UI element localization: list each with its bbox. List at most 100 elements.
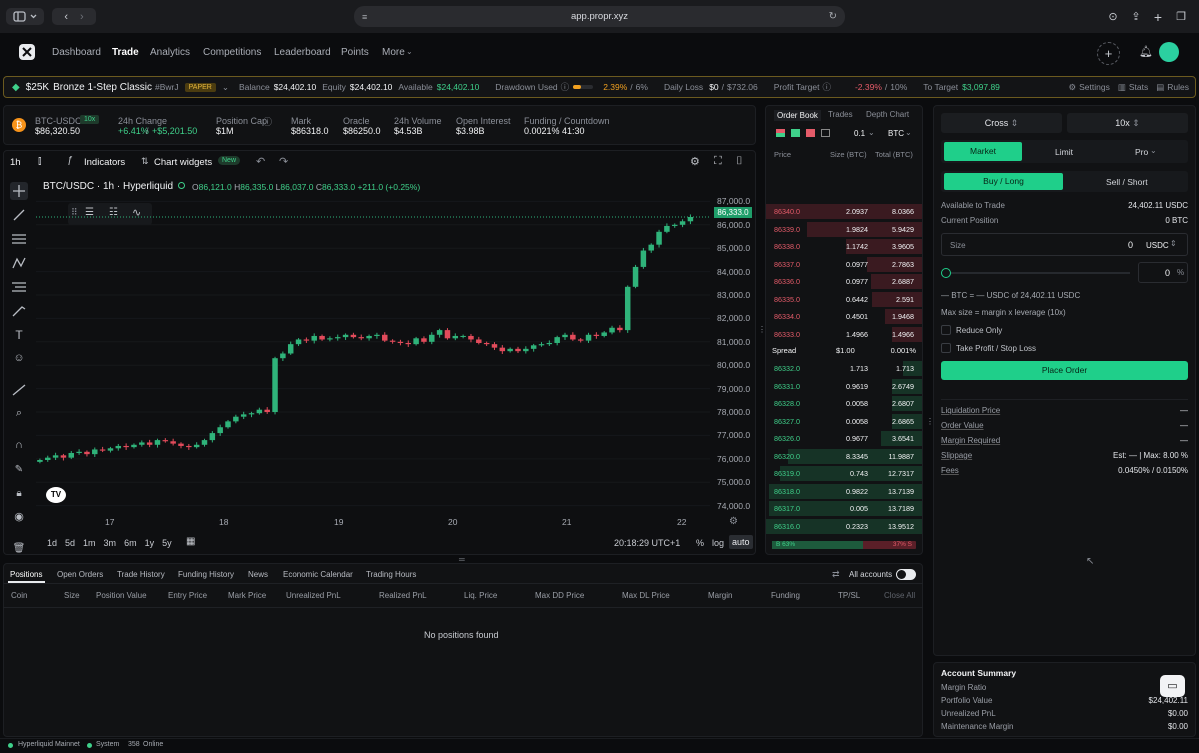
sell-short-button[interactable]: Sell / Short <box>1106 177 1148 187</box>
size-slider-track[interactable] <box>945 272 1130 274</box>
fib-icon[interactable] <box>10 278 28 296</box>
range-1m[interactable]: 1m <box>83 538 96 548</box>
percent-input[interactable]: 0 % <box>1138 262 1188 283</box>
size-input[interactable]: Size 0 USDC ⇕ <box>941 233 1188 256</box>
price-chart[interactable] <box>36 185 710 515</box>
ask-row[interactable]: 86340.0 2.0937 8.0366 <box>766 203 922 220</box>
nav-more[interactable]: More <box>382 47 405 58</box>
positions-tab[interactable]: Economic Calendar <box>283 570 353 579</box>
range-6m[interactable]: 6m <box>124 538 137 548</box>
range-1d[interactable]: 1d <box>47 538 57 548</box>
size-slider-thumb[interactable] <box>941 268 951 278</box>
text-icon[interactable]: T <box>10 326 28 344</box>
chevron-down-icon[interactable]: ⌄ <box>222 82 229 93</box>
gear-icon[interactable]: ⚙ <box>1068 82 1076 93</box>
positions-tab[interactable]: Trade History <box>117 570 165 579</box>
tab-depth-chart[interactable]: Depth Chart <box>866 110 909 119</box>
book-both-icon[interactable] <box>776 129 785 137</box>
reload-icon[interactable]: ↻ <box>829 11 837 22</box>
eye-icon[interactable]: ◉ <box>10 507 28 525</box>
range-5d[interactable]: 5d <box>65 538 75 548</box>
indicators-button[interactable]: Indicators <box>84 157 125 168</box>
tick-size-select[interactable]: 0.1 <box>854 129 865 138</box>
resize-handle-icon[interactable]: ⋮ <box>758 325 766 334</box>
indicators-icon[interactable]: ƒ <box>67 155 73 166</box>
crosshair-icon[interactable] <box>10 182 28 200</box>
updown-icon[interactable]: ⇕ <box>1170 239 1177 248</box>
positions-tab[interactable]: Positions <box>10 570 42 579</box>
download-icon[interactable]: ⊙ <box>1106 8 1120 25</box>
ruler-icon[interactable] <box>10 381 28 399</box>
reduce-only-label[interactable]: Reduce Only <box>956 326 1002 335</box>
resize-handle-icon[interactable]: ═ <box>459 555 465 564</box>
settings-button[interactable]: Settings <box>1079 82 1110 92</box>
widgets-icon[interactable]: ⇅ <box>141 156 149 167</box>
tradingview-logo[interactable]: TV <box>46 487 66 503</box>
positions-tab[interactable]: Funding History <box>178 570 234 579</box>
chart-widgets-button[interactable]: Chart widgets <box>154 157 212 168</box>
bid-row[interactable]: 86326.0 0.9677 3.6541 <box>766 430 922 447</box>
bid-row[interactable]: 86332.0 1.713 1.713 <box>766 360 922 377</box>
system-label[interactable]: System <box>96 741 119 748</box>
tpsl-checkbox[interactable] <box>941 343 951 353</box>
axis-settings-icon[interactable]: ⚙ <box>729 516 738 527</box>
forward-icon[interactable]: › <box>80 11 84 23</box>
nav-competitions[interactable]: Competitions <box>203 47 261 58</box>
positions-tab[interactable]: Trading Hours <box>366 570 416 579</box>
tab-order-book[interactable]: Order Book <box>774 110 821 121</box>
rules-button[interactable]: Rules <box>1167 82 1189 92</box>
bid-row[interactable]: 86317.0 0.005 13.7189 <box>766 500 922 517</box>
ask-row[interactable]: 86336.0 0.0977 2.6887 <box>766 273 922 290</box>
bid-row[interactable]: 86331.0 0.9619 2.6749 <box>766 378 922 395</box>
draw-lock-icon[interactable]: ✎ <box>10 460 28 478</box>
reader-icon[interactable]: ≡ <box>362 12 367 22</box>
info-icon[interactable]: ⓘ <box>263 115 272 128</box>
log-toggle[interactable]: log <box>712 538 724 548</box>
chevron-down-icon[interactable]: ⌄ <box>868 128 875 137</box>
size-value[interactable]: 0 <box>1128 240 1133 250</box>
calendar-icon[interactable]: ▦ <box>186 536 195 547</box>
network-label[interactable]: Hyperliquid Mainnet <box>18 741 80 748</box>
trendline-icon[interactable] <box>10 206 28 224</box>
book-bids-icon[interactable] <box>791 129 800 137</box>
share-icon[interactable]: ⇪ <box>1129 8 1143 25</box>
stats-button[interactable]: Stats <box>1129 82 1148 92</box>
brush-icon[interactable] <box>10 302 28 320</box>
nav-analytics[interactable]: Analytics <box>150 47 190 58</box>
fullscreen-icon[interactable]: ⛶ <box>714 155 722 168</box>
bid-row[interactable]: 86327.0 0.0058 2.6865 <box>766 413 922 430</box>
emoji-icon[interactable]: ☺ <box>10 349 28 367</box>
nav-trade[interactable]: Trade <box>112 47 139 58</box>
range-5y[interactable]: 5y <box>162 538 172 548</box>
size-unit-select[interactable]: USDC <box>1146 241 1169 250</box>
tpsl-label[interactable]: Take Profit / Stop Loss <box>956 344 1036 353</box>
add-widget-button[interactable]: + <box>1097 42 1120 65</box>
horizontal-lines-icon[interactable] <box>10 230 28 248</box>
leverage-select[interactable]: 10x ⇕ <box>1067 113 1188 133</box>
chat-icon[interactable]: ▭ <box>1160 675 1185 697</box>
detail-label[interactable]: Liquidation Price <box>941 406 1000 415</box>
range-1y[interactable]: 1y <box>145 538 155 548</box>
filter-icon[interactable]: ⇄ <box>832 569 840 580</box>
bid-row[interactable]: 86320.0 8.3345 11.9887 <box>766 448 922 465</box>
detail-label[interactable]: Order Value <box>941 421 984 430</box>
book-grid-icon[interactable] <box>821 129 830 137</box>
info-icon[interactable]: ⓘ <box>561 81 570 93</box>
buy-long-button[interactable]: Buy / Long <box>944 173 1063 190</box>
ask-row[interactable]: 86338.0 1.1742 3.9605 <box>766 238 922 255</box>
trash-icon[interactable]: 🗑︎ <box>10 539 28 557</box>
address-bar[interactable]: ≡ app.propr.xyz ↻ <box>354 6 845 27</box>
auto-toggle[interactable]: auto <box>729 535 753 549</box>
ask-row[interactable]: 86335.0 0.6442 2.591 <box>766 291 922 308</box>
tab-market[interactable]: Market <box>944 142 1022 161</box>
zoom-icon[interactable]: ⌕ <box>10 404 28 422</box>
propr-logo[interactable] <box>18 43 36 61</box>
avatar[interactable] <box>1159 42 1179 62</box>
candle-type-icon[interactable]: ⫾ <box>38 155 42 168</box>
detail-label[interactable]: Fees <box>941 466 959 475</box>
unit-select[interactable]: BTC <box>888 129 904 138</box>
info-icon[interactable]: ⓘ <box>822 81 831 93</box>
percent-value[interactable]: 0 <box>1165 268 1170 278</box>
interval-button[interactable]: 1h <box>10 157 21 168</box>
nav-dashboard[interactable]: Dashboard <box>52 47 101 58</box>
